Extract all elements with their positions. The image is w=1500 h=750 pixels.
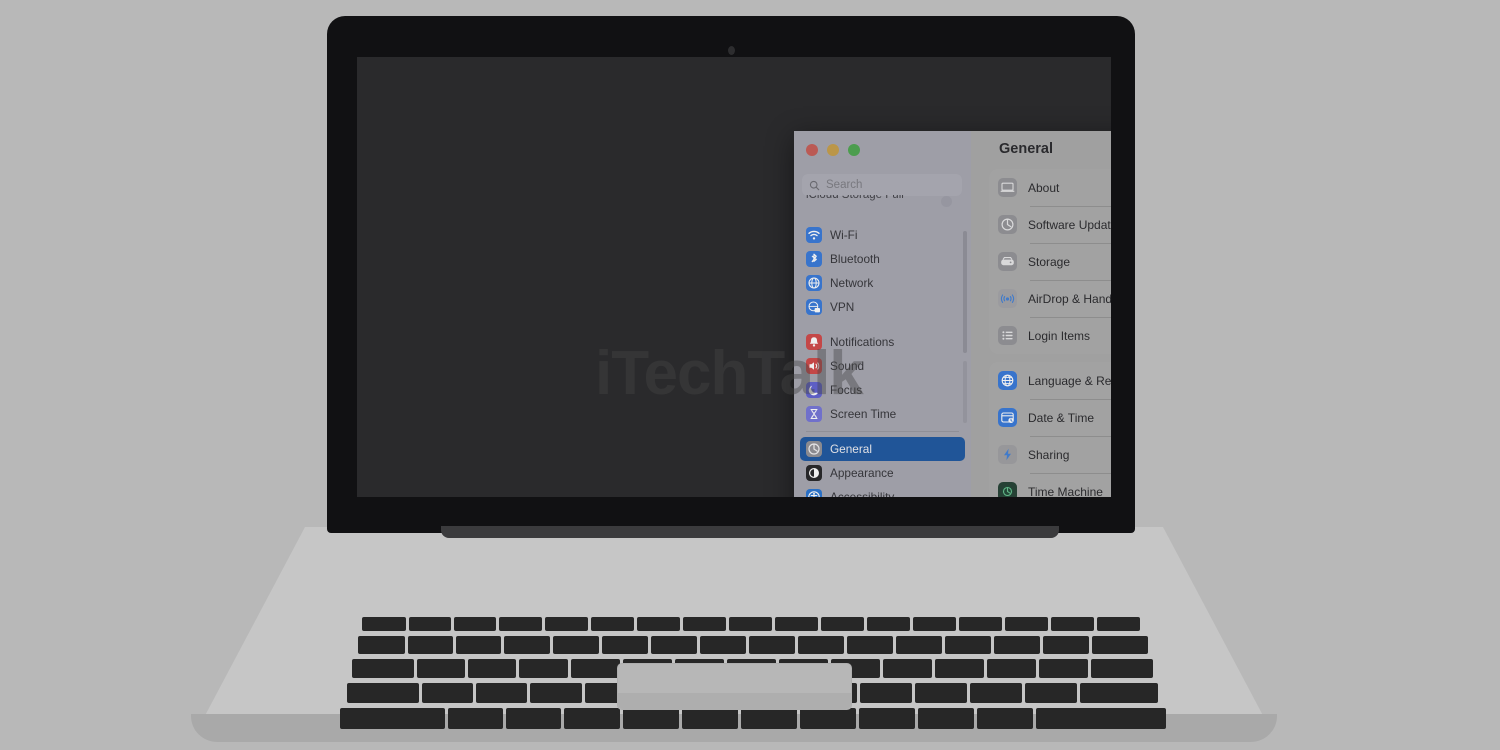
sidebar-item-label: Focus xyxy=(830,383,863,397)
sidebar-item-accessibility[interactable]: Accessibility xyxy=(800,485,965,497)
search-placeholder: Search xyxy=(826,179,863,191)
sidebar-item-vpn[interactable]: VPN xyxy=(800,295,965,319)
sidebar-item-label: Accessibility xyxy=(830,490,895,497)
sidebar-item-label: Wi-Fi xyxy=(830,228,858,242)
settings-row-about[interactable]: About xyxy=(989,169,1111,206)
page-title: General xyxy=(999,141,1053,157)
laptop-trackpad[interactable] xyxy=(617,663,852,710)
sidebar-item-label: VPN xyxy=(830,300,855,314)
sidebar-list: Wi-Fi Bluetooth Network VPN Notification… xyxy=(794,223,971,497)
settings-row-label: Language & Region xyxy=(1028,373,1111,388)
webcam-icon xyxy=(728,46,735,55)
language-globe-icon xyxy=(998,371,1017,390)
airdrop-icon xyxy=(998,289,1017,308)
settings-row-label: Time Machine xyxy=(1028,484,1103,498)
search-input[interactable]: Search xyxy=(802,174,962,196)
settings-group-localization: Language & Region Date & Time xyxy=(989,362,1111,497)
appearance-contrast-icon xyxy=(806,465,822,481)
date-time-icon xyxy=(998,408,1017,427)
traffic-lights xyxy=(806,144,860,156)
wifi-icon xyxy=(806,227,822,243)
sidebar-item-focus[interactable]: Focus xyxy=(800,378,965,402)
close-button[interactable] xyxy=(806,144,818,156)
storage-drive-icon xyxy=(998,252,1017,271)
sidebar-item-network[interactable]: Network xyxy=(800,271,965,295)
settings-row-label: Login Items xyxy=(1028,328,1091,343)
settings-row-date-time[interactable]: Date & Time xyxy=(989,399,1111,436)
sidebar-item-label: Screen Time xyxy=(830,407,897,421)
sidebar-item-label: Network xyxy=(830,276,874,290)
sidebar-scrollbar[interactable] xyxy=(963,231,967,353)
minimize-button[interactable] xyxy=(827,144,839,156)
search-icon xyxy=(809,180,820,190)
settings-row-language-region[interactable]: Language & Region xyxy=(989,362,1111,399)
settings-row-storage[interactable]: Storage xyxy=(989,243,1111,280)
settings-row-label: Date & Time xyxy=(1028,410,1095,425)
settings-row-label: AirDrop & Handoff xyxy=(1028,291,1111,306)
settings-group-system: About Software Update Storage AirDrop & … xyxy=(989,169,1111,354)
icloud-warning-icon xyxy=(941,196,952,207)
settings-row-airdrop-handoff[interactable]: AirDrop & Handoff xyxy=(989,280,1111,317)
sidebar-item-screen-time[interactable]: Screen Time xyxy=(800,402,965,426)
sidebar-item-label: Sound xyxy=(830,359,865,373)
settings-row-time-machine[interactable]: Time Machine xyxy=(989,473,1111,497)
laptop-screen: Search iCloud Storage Full Wi-Fi Bluetoo… xyxy=(357,57,1111,497)
sidebar-item-wi-fi[interactable]: Wi-Fi xyxy=(800,223,965,247)
time-machine-icon xyxy=(998,482,1017,497)
settings-sidebar: Search iCloud Storage Full Wi-Fi Bluetoo… xyxy=(794,131,971,497)
software-update-icon xyxy=(998,215,1017,234)
sidebar-item-label: Appearance xyxy=(830,466,894,480)
sidebar-item-notifications[interactable]: Notifications xyxy=(800,330,965,354)
system-settings-window: Search iCloud Storage Full Wi-Fi Bluetoo… xyxy=(794,131,1111,497)
bluetooth-icon xyxy=(806,251,822,267)
settings-row-label: About xyxy=(1028,180,1060,195)
sidebar-item-label: Bluetooth xyxy=(830,252,880,266)
settings-row-label: Sharing xyxy=(1028,447,1070,462)
zoom-button[interactable] xyxy=(848,144,860,156)
gear-icon xyxy=(806,441,822,457)
sidebar-item-appearance[interactable]: Appearance xyxy=(800,461,965,485)
sidebar-divider xyxy=(806,431,959,432)
vpn-icon xyxy=(806,299,822,315)
settings-row-software-update[interactable]: Software Update xyxy=(989,206,1111,243)
laptop-hinge xyxy=(441,526,1059,538)
accessibility-icon xyxy=(806,489,822,497)
moon-icon xyxy=(806,382,822,398)
sidebar-item-bluetooth[interactable]: Bluetooth xyxy=(800,247,965,271)
laptop-base-front-lip xyxy=(191,714,1277,742)
network-globe-icon xyxy=(806,275,822,291)
sidebar-item-label: Notifications xyxy=(830,335,895,349)
hourglass-icon xyxy=(806,406,822,422)
sidebar-item-icloud-storage[interactable]: iCloud Storage Full xyxy=(806,195,958,213)
speaker-icon xyxy=(806,358,822,374)
settings-row-login-items[interactable]: Login Items xyxy=(989,317,1111,354)
sidebar-item-general[interactable]: General xyxy=(800,437,965,461)
bell-icon xyxy=(806,334,822,350)
settings-content-pane: General About Software Update Storage Ai… xyxy=(971,131,1111,497)
login-items-list-icon xyxy=(998,326,1017,345)
sidebar-item-sound[interactable]: Sound xyxy=(800,354,965,378)
settings-groups: About Software Update Storage AirDrop & … xyxy=(989,169,1111,497)
settings-row-sharing[interactable]: Sharing xyxy=(989,436,1111,473)
settings-row-label: Software Update xyxy=(1028,217,1111,232)
sidebar-scrollbar-secondary[interactable] xyxy=(963,361,967,423)
settings-row-label: Storage xyxy=(1028,254,1071,269)
sidebar-item-label: iCloud Storage Full xyxy=(806,195,904,201)
sidebar-item-label: General xyxy=(830,442,872,456)
screenshot-stage: Search iCloud Storage Full Wi-Fi Bluetoo… xyxy=(0,0,1500,750)
about-laptop-icon xyxy=(998,178,1017,197)
sharing-icon xyxy=(998,445,1017,464)
